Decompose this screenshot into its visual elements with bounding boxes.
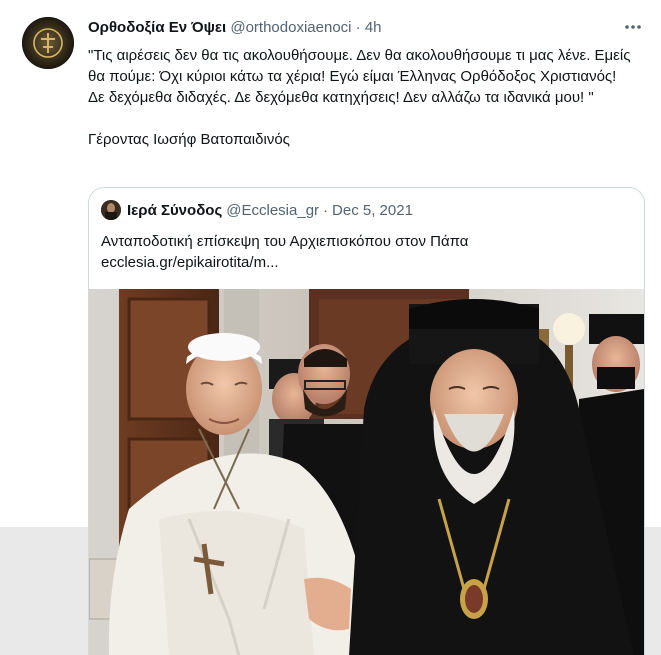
quoted-tweet-header: Ιερά Σύνοδος @Ecclesia_gr · Dec 5, 2021 (101, 200, 413, 220)
author-avatar[interactable] (22, 17, 74, 69)
quoted-tweet-text: Ανταποδοτική επίσκεψη του Αρχιεπισκόπου … (101, 231, 631, 273)
quoted-tweet-photo[interactable] (89, 289, 644, 655)
separator-dot: · (355, 19, 361, 36)
tweet-quote-text: "Τις αιρέσεις δεν θα τις ακολουθήσουμε. … (88, 47, 631, 106)
tweet-signature: Γέροντας Ιωσήφ Βατοπαιδινός (88, 131, 290, 148)
author-handle[interactable]: @orthodoxiaenoci (230, 19, 351, 36)
quoted-link[interactable]: ecclesia.gr/epikairotita/m... (101, 252, 631, 273)
tweet-card[interactable]: Ορθοδοξία Εν Όψει @orthodoxiaenoci · 4h … (0, 0, 661, 655)
quoted-author-handle[interactable]: @Ecclesia_gr (226, 202, 319, 219)
tweet-header: Ορθοδοξία Εν Όψει @orthodoxiaenoci · 4h (88, 19, 382, 36)
tweet-timestamp[interactable]: 4h (365, 19, 382, 36)
author-name[interactable]: Ορθοδοξία Εν Όψει (88, 19, 226, 36)
quoted-author-name[interactable]: Ιερά Σύνοδος (127, 202, 222, 219)
more-options-icon[interactable] (622, 17, 644, 37)
quoted-separator-dot: · (323, 201, 329, 219)
quoted-author-avatar[interactable] (101, 200, 121, 220)
quoted-timestamp[interactable]: Dec 5, 2021 (332, 202, 413, 219)
quoted-text-line: Ανταποδοτική επίσκεψη του Αρχιεπισκόπου … (101, 233, 469, 250)
tweet-text: "Τις αιρέσεις δεν θα τις ακολουθήσουμε. … (88, 45, 633, 150)
quoted-tweet[interactable]: Ιερά Σύνοδος @Ecclesia_gr · Dec 5, 2021 … (88, 187, 645, 655)
